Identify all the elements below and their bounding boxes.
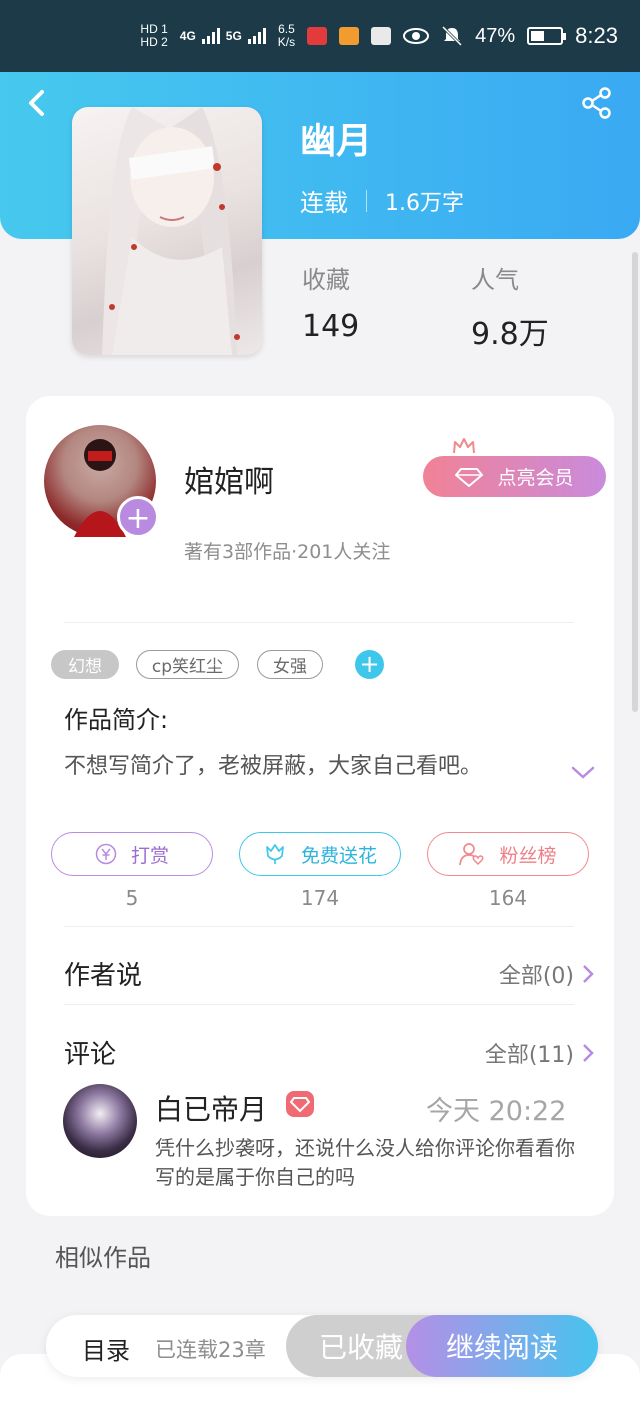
back-icon[interactable]: [22, 88, 52, 118]
cover-illustration: [102, 107, 240, 355]
comment-time: 今天 20:22: [426, 1096, 567, 1127]
hms-app-icon: [371, 27, 392, 45]
reward-label: 打赏: [130, 844, 169, 867]
scrollbar[interactable]: [632, 252, 638, 712]
popularity-label: 人气: [471, 266, 519, 294]
flower-count: 174: [300, 886, 340, 910]
network-indicators: 4G 5G: [180, 28, 266, 44]
popularity-value: 9.8万: [471, 317, 549, 352]
popularity-stat: 人气 9.8万: [471, 260, 549, 353]
tag-item[interactable]: 幻想: [51, 650, 119, 679]
chevron-down-icon[interactable]: [570, 764, 596, 782]
toc-button[interactable]: 目录: [82, 1331, 130, 1366]
yen-icon: [95, 843, 117, 865]
vip-badge-icon: [286, 1091, 314, 1117]
author-says-all-link[interactable]: 全部(0): [499, 958, 594, 990]
net2-label: 5G: [225, 29, 242, 43]
author-meta: 著有3部作品·201人关注: [184, 541, 391, 563]
comments-all-link[interactable]: 全部(11): [485, 1037, 594, 1069]
chapter-count: 已连载23章: [155, 1338, 266, 1362]
tag-item[interactable]: 女强: [257, 650, 323, 679]
continue-reading-button[interactable]: 继续阅读: [406, 1315, 598, 1377]
comment-text: 凭什么抄袭呀，还说什么没人给你评论你看看你写的是属于你自己的吗: [155, 1136, 575, 1189]
crown-icon: [453, 438, 475, 454]
favorites-value: 149: [302, 309, 360, 344]
divider: [64, 1004, 574, 1005]
comment-username[interactable]: 白已帝月: [155, 1088, 267, 1128]
share-icon[interactable]: [580, 86, 614, 120]
eye-icon: [403, 28, 430, 44]
author-says-row[interactable]: 作者说 全部(0): [64, 955, 594, 992]
signal-icon: [201, 28, 220, 44]
net1-label: 4G: [179, 29, 196, 43]
favorites-label: 收藏: [302, 266, 350, 294]
comment-avatar[interactable]: [63, 1084, 137, 1158]
favorites-stat: 收藏 149: [302, 260, 359, 344]
comments-row[interactable]: 评论 全部(11): [64, 1034, 594, 1071]
divider: [366, 189, 367, 212]
follow-author-button[interactable]: +: [117, 496, 159, 538]
signal-icon-2: [247, 28, 266, 44]
clock: 8:23: [575, 23, 618, 48]
add-tag-button[interactable]: +: [355, 650, 384, 679]
fans-rank-button[interactable]: 粉丝榜: [427, 832, 589, 876]
divider: [64, 926, 574, 927]
book-title: 幽月: [300, 121, 373, 162]
chevron-right-icon: [583, 1043, 594, 1062]
battery-icon: [527, 27, 567, 45]
word-count: 1.6万字: [385, 190, 464, 216]
vip-button-label: 点亮会员: [497, 467, 574, 489]
status-bar: HD 1 HD 2 4G 5G 6.5 K/s 47% 8:23: [0, 0, 640, 72]
book-status-line: 连载 1.6万字: [300, 183, 464, 218]
author-says-all-label: 全部(0): [498, 963, 574, 989]
book-cover[interactable]: [72, 107, 262, 355]
video-app-icon: [339, 27, 360, 45]
author-name[interactable]: 婠婠啊: [184, 457, 274, 501]
divider: [64, 622, 574, 623]
flower-icon: [266, 844, 284, 864]
user-heart-icon: [459, 843, 485, 866]
net-speed: 6.5 K/s: [277, 22, 296, 49]
battery-percent: 47%: [475, 24, 516, 47]
hd2-label: HD 2: [140, 35, 168, 49]
author-says-title: 作者说: [64, 961, 143, 991]
reward-count: 5: [125, 886, 139, 910]
reward-button[interactable]: 打赏: [51, 832, 213, 876]
comments-title: 评论: [64, 1040, 117, 1070]
intro-title: 作品简介:: [64, 706, 169, 734]
flower-label: 免费送花: [300, 844, 377, 867]
huawei-app-icon: [307, 27, 328, 45]
serial-status: 连载: [300, 189, 348, 217]
send-flower-button[interactable]: 免费送花: [239, 832, 401, 876]
intro-text: 不想写简介了，老被屏蔽，大家自己看吧。: [64, 754, 483, 779]
fans-count: 164: [488, 886, 528, 910]
comments-all-label: 全部(11): [484, 1042, 574, 1068]
chevron-right-icon: [583, 964, 594, 983]
diamond-icon: [455, 467, 484, 487]
similar-works-title: 相似作品: [55, 1244, 151, 1272]
hd-indicators: HD 1 HD 2: [140, 23, 167, 49]
mute-icon: [442, 25, 463, 47]
vip-button[interactable]: 点亮会员: [423, 456, 606, 497]
fans-label: 粉丝榜: [499, 844, 557, 867]
tag-item[interactable]: cp笑红尘: [136, 650, 239, 679]
diamond-icon: [289, 1097, 311, 1113]
